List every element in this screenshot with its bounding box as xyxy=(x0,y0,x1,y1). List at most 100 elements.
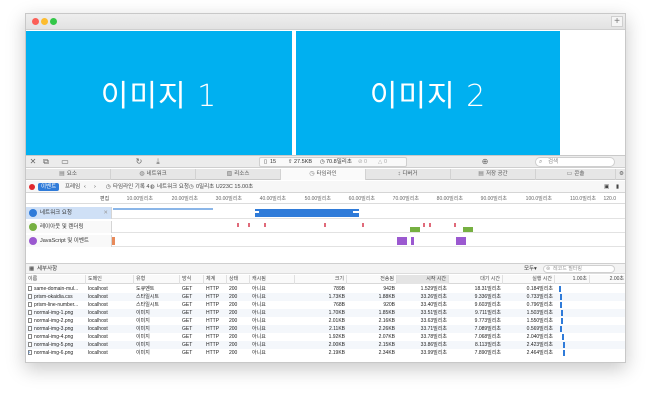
script-event-mark[interactable] xyxy=(411,237,414,245)
ruler-tick-label: 120.0 xyxy=(603,196,616,202)
table-cell: 1.70KB xyxy=(328,310,345,316)
paint-event-mark[interactable] xyxy=(454,223,456,227)
target-icon[interactable]: ⊕ xyxy=(480,157,490,167)
image-panel-1: 이미지 1 xyxy=(26,31,292,155)
layout-event-mark[interactable] xyxy=(463,227,473,232)
table-row[interactable]: normal-img-6.png localhost 이미지 GET HTTP 200 아니… xyxy=(26,349,625,357)
column-header[interactable]: 도메인 xyxy=(86,275,134,284)
browser-window: + 이미지 1 이미지 2 ✕ ⧉ ▭ ↻ ⤓ ▯ 15 ⇧ 27.5KB ◷ … xyxy=(25,13,626,363)
script-event-mark[interactable] xyxy=(456,237,466,245)
tab-timeline[interactable]: ◷ 타임라인 xyxy=(281,169,366,180)
file-icon xyxy=(28,302,32,307)
table-cell: 2.15KB xyxy=(378,342,395,348)
table-cell-name: prism-line-number... xyxy=(26,301,86,309)
back-icon[interactable]: ‹ xyxy=(84,181,86,193)
close-track-icon[interactable]: ✕ xyxy=(103,207,108,219)
paint-event-mark[interactable] xyxy=(237,223,239,227)
zoom-window-button[interactable] xyxy=(50,18,57,25)
table-row[interactable]: normal-img-3.png localhost 이미지 GET HTTP 200 아니… xyxy=(26,325,625,333)
column-header[interactable]: 이름 xyxy=(26,275,86,284)
table-cell: HTTP xyxy=(206,310,220,316)
paint-event-mark[interactable] xyxy=(248,223,250,227)
reload-icon[interactable]: ↻ xyxy=(134,157,144,167)
table-cell: 이미지 xyxy=(136,334,150,340)
table-row[interactable]: normal-img-4.png localhost 이미지 GET HTTP 200 아니… xyxy=(26,333,625,341)
column-header[interactable]: 유형 xyxy=(134,275,180,284)
table-row[interactable]: same-domain-mul... localhost 도큐멘트 GET HTTP 20… xyxy=(26,285,625,293)
forward-icon[interactable]: › xyxy=(94,181,96,193)
recording-label[interactable]: 타임라인 기록 4 xyxy=(113,181,149,193)
table-row[interactable]: prism-okaidia.css localhost 스타일시트 GET HTTP 20… xyxy=(26,293,625,301)
paint-event-mark[interactable] xyxy=(264,223,266,227)
paint-event-mark[interactable] xyxy=(429,223,431,227)
column-header[interactable]: 실행 시간 xyxy=(503,275,555,284)
column-header[interactable]: 시작 시간 xyxy=(397,275,449,284)
table-cell: 아니요 xyxy=(252,294,266,300)
dock-icon[interactable]: ▭ xyxy=(59,157,71,167)
tab-resources[interactable]: ▧ 리소스 xyxy=(196,169,281,180)
column-header[interactable]: 전송됨 xyxy=(347,275,397,284)
resources-icon: ▧ xyxy=(226,171,233,177)
close-inspector-icon[interactable]: ✕ xyxy=(29,157,37,167)
table-cell: GET xyxy=(182,318,193,324)
file-name: prism-line-number... xyxy=(34,302,79,308)
paint-event-mark[interactable] xyxy=(362,223,364,227)
network-request-mark[interactable] xyxy=(263,209,347,211)
table-cell: 8.113밀리초 xyxy=(475,342,501,348)
settings-icon[interactable]: ⚙ xyxy=(616,169,625,180)
sidebar-toggle-icon[interactable]: ▮ xyxy=(616,181,619,193)
detach-icon[interactable]: ⧉ xyxy=(40,157,52,167)
track-header[interactable]: 레이아웃 및 렌더링 xyxy=(26,221,112,233)
events-view-button[interactable]: 이벤트 xyxy=(38,183,60,191)
script-event-mark[interactable] xyxy=(397,237,407,245)
track-header[interactable]: JavaScript 및 이벤트 xyxy=(26,235,112,247)
table-row[interactable]: normal-img-2.png localhost 이미지 GET HTTP 200 아니… xyxy=(26,317,625,325)
tab-console[interactable]: ▭ 콘솔 xyxy=(536,169,616,180)
network-request-mark[interactable] xyxy=(113,208,213,210)
tab-network[interactable]: ◍ 네트워크 xyxy=(111,169,196,180)
record-filter-input[interactable]: ⊜ 레코드 필터링 xyxy=(543,265,615,273)
layout-event-mark[interactable] xyxy=(410,227,420,232)
new-tab-button[interactable]: + xyxy=(611,16,623,27)
table-cell: 33.63밀리초 xyxy=(420,318,447,324)
paint-event-mark[interactable] xyxy=(423,223,425,227)
table-row[interactable]: normal-img-1.png localhost 이미지 GET HTTP 200 아니… xyxy=(26,309,625,317)
paint-event-mark[interactable] xyxy=(324,223,326,227)
network-request-mark[interactable] xyxy=(259,215,353,217)
column-header[interactable]: 크기 xyxy=(295,275,347,284)
ruler-tick-label: 60.00밀리초 xyxy=(348,196,375,202)
timeline-track[interactable]: JavaScript 및 이벤트 xyxy=(26,235,625,247)
image-panel-2: 이미지 2 xyxy=(296,31,560,155)
tab-storage[interactable]: ▤ 저장 공간 xyxy=(451,169,536,180)
scope-select[interactable]: 모두 xyxy=(524,264,534,275)
edit-tracks-button[interactable]: 편집 xyxy=(100,194,109,204)
download-icon[interactable]: ⤓ xyxy=(153,157,163,167)
minimize-window-button[interactable] xyxy=(41,18,48,25)
column-header[interactable]: 체계 xyxy=(204,275,227,284)
console-icon: ▭ xyxy=(566,171,573,177)
waterfall-bar xyxy=(562,334,564,340)
column-header[interactable]: 1.00초 xyxy=(555,275,590,284)
column-header[interactable]: 캐시됨 xyxy=(250,275,295,284)
timeline-track[interactable]: 네트워크 요청 ✕ xyxy=(26,207,625,219)
timeline-track[interactable]: 레이아웃 및 렌더링 xyxy=(26,221,625,233)
script-event-mark[interactable] xyxy=(112,237,115,245)
table-row[interactable]: prism-line-number... localhost 스타일시트 GET HTT… xyxy=(26,301,625,309)
column-header[interactable]: 방식 xyxy=(180,275,204,284)
column-header[interactable]: 2.00초 xyxy=(590,275,625,284)
frames-view-button[interactable]: 프레임 xyxy=(62,183,83,191)
search-input[interactable]: ⌕ 검색 xyxy=(535,157,615,167)
column-header[interactable]: 대기 시간 xyxy=(449,275,503,284)
table-row[interactable]: normal-img-5.png localhost 이미지 GET HTTP 200 아니… xyxy=(26,341,625,349)
close-window-button[interactable] xyxy=(32,18,39,25)
table-cell: 2.423밀리초 xyxy=(526,342,553,348)
table-cell: GET xyxy=(182,334,193,340)
track-header[interactable]: 네트워크 요청 ✕ xyxy=(26,207,112,219)
table-cell: localhost xyxy=(88,334,108,340)
column-header[interactable]: 상태 xyxy=(227,275,250,284)
overview-toggle-icon[interactable]: ▣ xyxy=(604,181,609,193)
tab-elements[interactable]: ▤ 요소 xyxy=(26,169,111,180)
console-prompt[interactable]: › xyxy=(28,350,30,356)
record-button[interactable] xyxy=(29,184,35,190)
tab-debugger[interactable]: ⦂ 디버거 xyxy=(366,169,451,180)
